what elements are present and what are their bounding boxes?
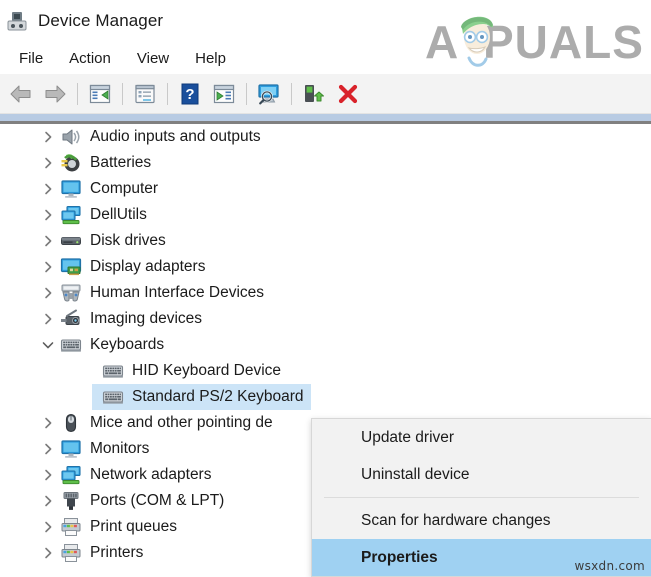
properties-icon[interactable]	[128, 78, 162, 110]
site-watermark: wsxdn.com	[574, 559, 645, 573]
display-adapter-icon	[60, 256, 82, 278]
enable-device-icon[interactable]	[297, 78, 331, 110]
monitor-icon	[60, 438, 82, 460]
back-arrow-icon[interactable]	[4, 78, 38, 110]
chevron-right-icon[interactable]	[36, 436, 60, 462]
hid-icon	[60, 282, 82, 304]
toolbar-separator-5	[291, 82, 292, 105]
tree-item-label: Imaging devices	[90, 310, 203, 327]
tree-item-label: HID Keyboard Device	[132, 362, 282, 379]
page-title: Device Manager	[38, 11, 164, 30]
disk-drive-icon	[60, 230, 82, 252]
keyboard-icon	[102, 386, 124, 408]
menu-view[interactable]: View	[126, 47, 180, 70]
tree-item-label: Standard PS/2 Keyboard	[132, 388, 304, 405]
tree-item-label: Audio inputs and outputs	[90, 128, 261, 145]
printer-icon	[60, 542, 82, 564]
battery-icon	[60, 152, 82, 174]
chevron-right-icon[interactable]	[36, 124, 60, 150]
chevron-right-icon[interactable]	[36, 306, 60, 332]
tree-item-label: Keyboards	[90, 336, 165, 353]
update-driver-icon[interactable]	[207, 78, 241, 110]
network-icon	[60, 204, 82, 226]
help-icon[interactable]: ?	[173, 78, 207, 110]
chevron-right-icon[interactable]	[36, 150, 60, 176]
chevron-right-icon[interactable]	[36, 514, 60, 540]
toolbar: ?	[0, 74, 651, 114]
chevron-right-icon[interactable]	[36, 254, 60, 280]
camera-icon	[60, 308, 82, 330]
scan-hardware-changes-icon[interactable]	[252, 78, 286, 110]
tree-item-human-interface-devices[interactable]: Human Interface Devices	[0, 280, 651, 306]
network-icon	[60, 464, 82, 486]
toolbar-separator-1	[77, 82, 78, 105]
chevron-right-icon[interactable]	[36, 488, 60, 514]
mouse-icon	[60, 412, 82, 434]
tree-item-label: Disk drives	[90, 232, 166, 249]
tree-item-label: Human Interface Devices	[90, 284, 265, 301]
menu-bar: File Action View Help	[0, 42, 651, 74]
tree-item-hid-keyboard-device[interactable]: HID Keyboard Device	[0, 358, 651, 384]
menu-help[interactable]: Help	[184, 47, 237, 70]
tree-item-computer[interactable]: Computer	[0, 176, 651, 202]
chevron-right-icon[interactable]	[36, 176, 60, 202]
chevron-right-icon[interactable]	[36, 228, 60, 254]
uninstall-device-icon[interactable]	[331, 78, 365, 110]
context-menu-item-label: Properties	[361, 548, 438, 566]
device-manager-icon	[6, 10, 28, 32]
tree-item-keyboards[interactable]: Keyboards	[0, 332, 651, 358]
context-menu-item-label: Uninstall device	[361, 465, 470, 483]
tree-item-standard-ps-2-keyboard[interactable]: Standard PS/2 Keyboard	[0, 384, 651, 410]
tree-item-label: Ports (COM & LPT)	[90, 492, 225, 509]
tree-item-batteries[interactable]: Batteries	[0, 150, 651, 176]
tree-item-label: Print queues	[90, 518, 178, 535]
monitor-icon	[60, 178, 82, 200]
context-menu-separator	[324, 497, 639, 498]
chevron-right-icon[interactable]	[36, 540, 60, 566]
tree-item-label: Network adapters	[90, 466, 212, 483]
speaker-icon	[60, 126, 82, 148]
tree-item-label: Batteries	[90, 154, 152, 171]
title-bar: Device Manager	[0, 0, 651, 42]
keyboard-icon	[60, 334, 82, 356]
tree-item-label: Printers	[90, 544, 144, 561]
show-hide-console-tree-icon[interactable]	[83, 78, 117, 110]
toolbar-separator-4	[246, 82, 247, 105]
forward-arrow-icon[interactable]	[38, 78, 72, 110]
context-menu-item-uninstall-device[interactable]: Uninstall device	[312, 456, 651, 493]
tree-item-audio-inputs-and-outputs[interactable]: Audio inputs and outputs	[0, 124, 651, 150]
chevron-right-icon[interactable]	[36, 280, 60, 306]
context-menu[interactable]: Update driver Uninstall device Scan for ha…	[311, 418, 651, 577]
chevron-right-icon[interactable]	[36, 410, 60, 436]
tree-item-imaging-devices[interactable]: Imaging devices	[0, 306, 651, 332]
tree-item-dellutils[interactable]: DellUtils	[0, 202, 651, 228]
tree-item-label: Monitors	[90, 440, 150, 457]
toolbar-separator-3	[167, 82, 168, 105]
tree-item-label: DellUtils	[90, 206, 147, 223]
printer-icon	[60, 516, 82, 538]
chevron-right-icon[interactable]	[36, 202, 60, 228]
port-icon	[60, 490, 82, 512]
tree-item-disk-drives[interactable]: Disk drives	[0, 228, 651, 254]
toolbar-separator-2	[122, 82, 123, 105]
tree-item-display-adapters[interactable]: Display adapters	[0, 254, 651, 280]
context-menu-item-label: Scan for hardware changes	[361, 511, 551, 529]
menu-file[interactable]: File	[8, 47, 54, 70]
context-menu-item-label: Update driver	[361, 428, 455, 446]
keyboard-icon	[102, 360, 124, 382]
chevron-down-icon[interactable]	[36, 332, 60, 358]
tree-item-label: Mice and other pointing de	[90, 414, 273, 431]
context-menu-item-scan-for-hardware-changes[interactable]: Scan for hardware changes	[312, 502, 651, 539]
svg-text:?: ?	[185, 86, 194, 103]
tree-item-label: Computer	[90, 180, 159, 197]
tree-item-label: Display adapters	[90, 258, 206, 275]
context-menu-item-update-driver[interactable]: Update driver	[312, 419, 651, 456]
menu-action[interactable]: Action	[58, 47, 122, 70]
chevron-right-icon[interactable]	[36, 462, 60, 488]
